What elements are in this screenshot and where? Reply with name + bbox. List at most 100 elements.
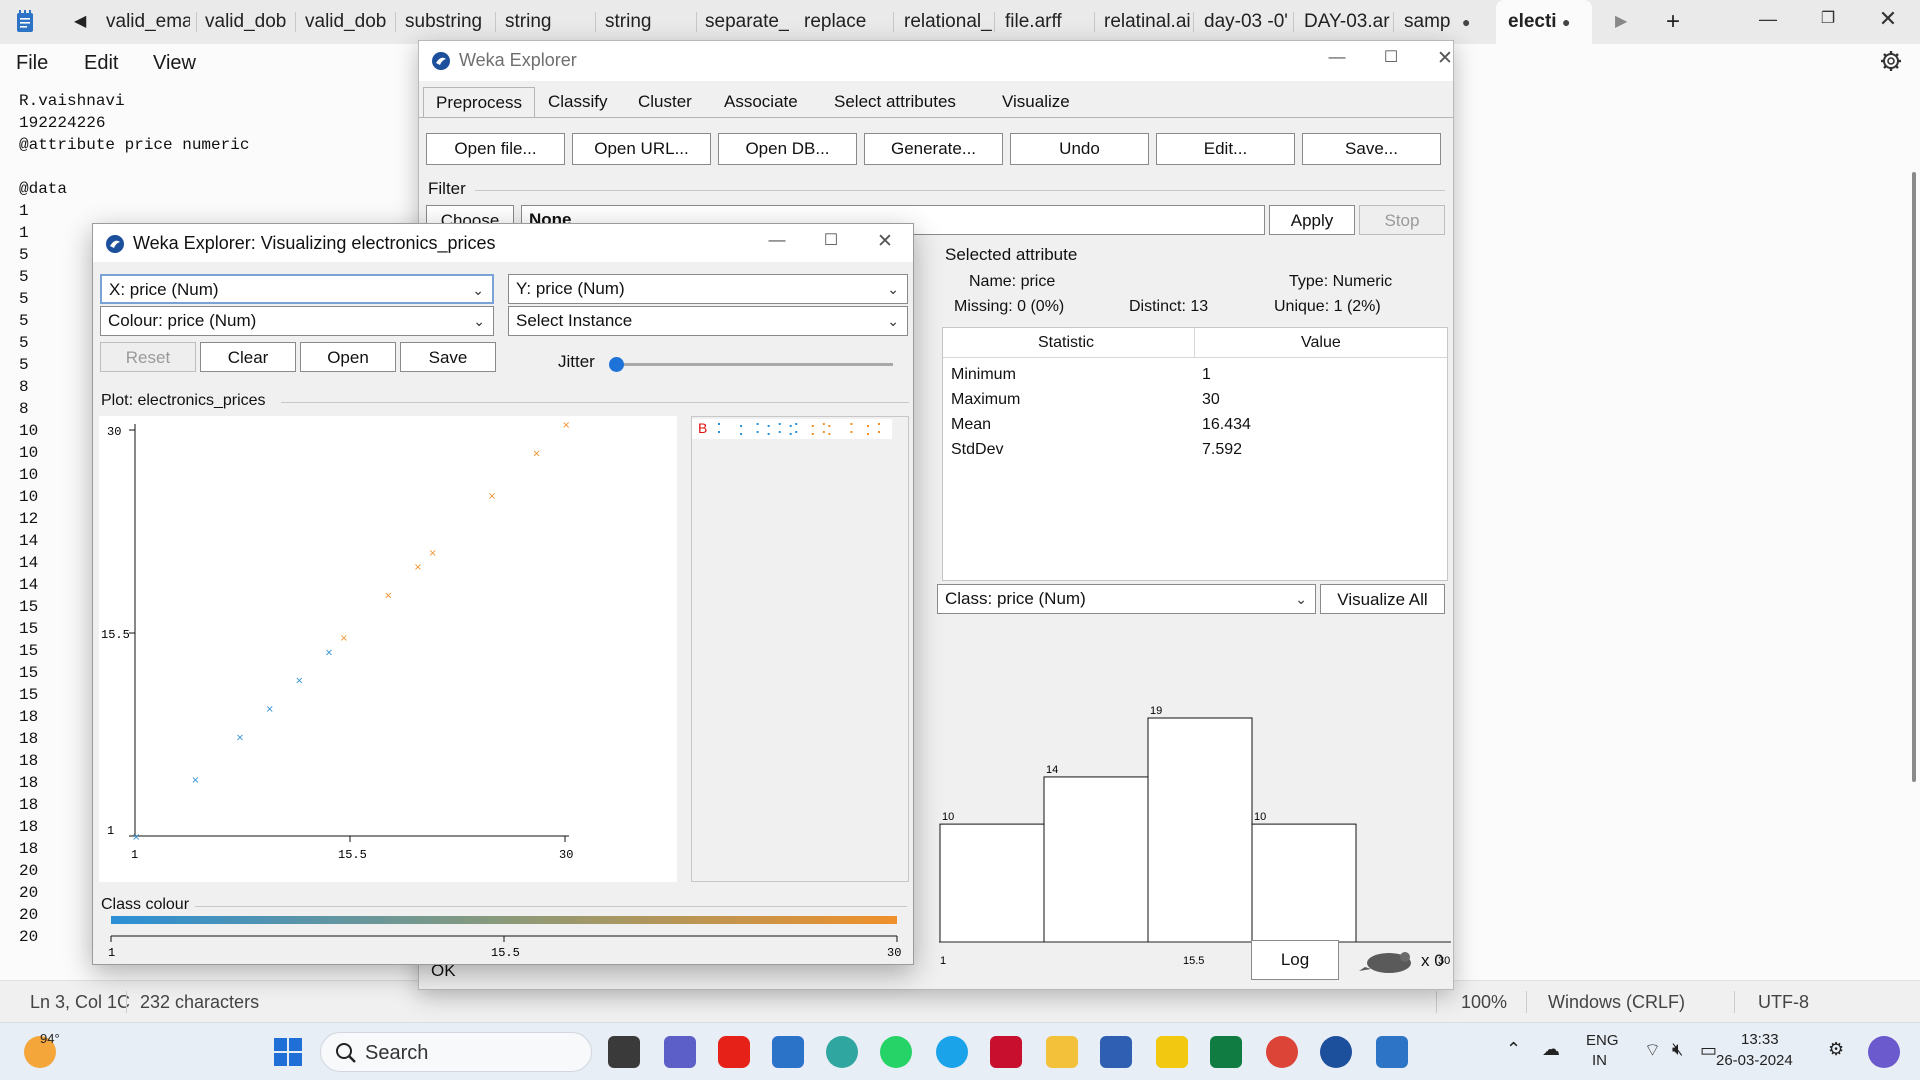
notepad-taskbar-icon[interactable] [1376,1036,1408,1068]
colour-combo[interactable]: Colour: price (Num) ⌄ [100,306,494,336]
tray-overflow-icon[interactable]: ⌃ [1506,1039,1521,1060]
jitter-slider-track[interactable] [613,363,893,366]
tab-visualize[interactable]: Visualize [990,87,1082,117]
attribute-bar[interactable]: B [692,419,892,439]
tab-valid-dob-2[interactable]: valid_dob [305,0,389,44]
mcafee-icon[interactable] [990,1036,1022,1068]
minimize-icon[interactable]: — [1740,0,1796,40]
undo-button[interactable]: Undo [1010,133,1149,165]
tab-relatinal[interactable]: relatinal.ai [1104,0,1190,44]
tab-day-03[interactable]: day-03 -0' [1204,0,1290,44]
attribute-mini-point [822,423,825,425]
weka-minimize-icon[interactable]: — [1317,47,1357,67]
tab-associate[interactable]: Associate [712,87,810,117]
y-axis-combo-label: Y: price (Num) [516,279,625,298]
tab-valid-ema[interactable]: valid_ema [106,0,190,44]
menu-view[interactable]: View [153,52,196,75]
visualize-all-button[interactable]: Visualize All [1320,584,1445,614]
vertical-scrollbar[interactable] [1912,172,1916,782]
open-url-button[interactable]: Open URL... [572,133,711,165]
select-instance-combo[interactable]: Select Instance ⌄ [508,306,908,336]
whatsapp-icon[interactable] [880,1036,912,1068]
help-icon[interactable] [936,1036,968,1068]
edge-icon[interactable] [826,1036,858,1068]
histogram-bar [1043,776,1149,943]
onedrive-icon[interactable]: ☁ [1542,1039,1560,1060]
attribute-mini-point [878,423,880,425]
clock-date[interactable]: 26-03-2024 [1716,1052,1793,1069]
stat-stddev-label: StdDev [951,441,1004,458]
menu-edit[interactable]: Edit [84,52,118,75]
battery-icon[interactable]: ▭ [1700,1040,1717,1061]
scroll-tabs-right-icon[interactable]: ▶ [1615,0,1635,44]
open-button[interactable]: Open [300,342,396,372]
viz-close-icon[interactable]: ✕ [865,230,905,253]
tab-file-arff[interactable]: file.arff [1005,0,1091,44]
open-db-button[interactable]: Open DB... [718,133,857,165]
edit-button[interactable]: Edit... [1156,133,1295,165]
clear-button[interactable]: Clear [200,342,296,372]
save-button[interactable]: Save... [1302,133,1441,165]
scroll-tabs-left-icon[interactable]: ◀ [74,0,94,44]
youtube-icon[interactable] [718,1036,750,1068]
tab-string-2[interactable]: string [605,0,691,44]
restore-icon[interactable]: ❐ [1800,0,1856,40]
tab-cluster[interactable]: Cluster [626,87,704,117]
tab-samp[interactable]: samp [1404,0,1454,44]
excel-icon[interactable] [1210,1036,1242,1068]
class-combo[interactable]: Class: price (Num) ⌄ [937,584,1316,614]
jitter-slider-thumb[interactable] [609,357,624,372]
save-plot-button[interactable]: Save [400,342,496,372]
tab-replace[interactable]: replace [804,0,892,44]
windows-start-icon[interactable] [272,1036,304,1068]
file-explorer-icon[interactable] [1046,1036,1078,1068]
new-tab-icon[interactable]: + [1666,0,1686,44]
wifi-icon[interactable]: ⌔ [1644,1039,1661,1062]
copilot-icon[interactable] [1868,1036,1900,1068]
scatter-point: × [532,448,540,459]
reset-button[interactable]: Reset [100,342,196,372]
power-bi-icon[interactable] [1156,1036,1188,1068]
teams-icon[interactable] [664,1036,696,1068]
weka-maximize-icon[interactable]: ☐ [1371,47,1411,67]
tab-relational[interactable]: relational_ [904,0,992,44]
viz-minimize-icon[interactable]: — [757,230,797,250]
store-icon[interactable] [1100,1036,1132,1068]
filter-group-label: Filter [428,179,466,198]
editor-line: 192224226 [19,114,106,132]
generate-button[interactable]: Generate... [864,133,1003,165]
tab-day-03-ari[interactable]: DAY-03.ari [1304,0,1390,44]
tab-separate[interactable]: separate_l [705,0,789,44]
x-axis-combo[interactable]: X: price (Num) ⌄ [100,274,494,304]
tab-electronics-active[interactable]: electi [1496,0,1592,44]
weka-taskbar-icon[interactable] [1320,1036,1352,1068]
weka-close-icon[interactable]: ✕ [1425,47,1465,70]
tab-separator [696,12,697,32]
y-axis-combo[interactable]: Y: price (Num) ⌄ [508,274,908,304]
tab-classify[interactable]: Classify [536,87,620,117]
tab-preprocess[interactable]: Preprocess [423,87,535,117]
taskbar-search-box[interactable]: Search [320,1032,592,1072]
notification-icon[interactable]: ⚙ [1828,1039,1844,1060]
language[interactable]: ENG [1586,1032,1619,1049]
open-file-button[interactable]: Open file... [426,133,565,165]
filter-apply-button[interactable]: Apply [1269,205,1355,235]
clock-time[interactable]: 13:33 [1741,1031,1779,1048]
log-button[interactable]: Log [1251,940,1339,980]
task-view-icon[interactable] [608,1036,640,1068]
scatter-plot[interactable]: 30 15.5 1 1 15.5 30 × × × × × × × × × × × × × [99,416,677,882]
unsaved-dot-icon: ● [1462,14,1471,30]
viz-maximize-icon[interactable]: ☐ [811,230,851,250]
tab-string[interactable]: string [505,0,591,44]
tab-valid-dob[interactable]: valid_dob [205,0,289,44]
myhp-icon[interactable] [772,1036,804,1068]
notepad-tab-bar: ◀ valid_ema valid_dob valid_dob substrin… [0,0,1920,44]
menu-file[interactable]: File [16,52,48,75]
chrome-icon[interactable] [1266,1036,1298,1068]
tab-substring[interactable]: substring [405,0,493,44]
tab-select-attributes[interactable]: Select attributes [822,87,968,117]
volume-muted-icon[interactable]: 🔇︎ [1672,1039,1683,1060]
close-icon[interactable]: ✕ [1860,0,1916,40]
settings-gear-icon[interactable] [1880,50,1902,72]
filter-stop-button[interactable]: Stop [1359,205,1445,235]
